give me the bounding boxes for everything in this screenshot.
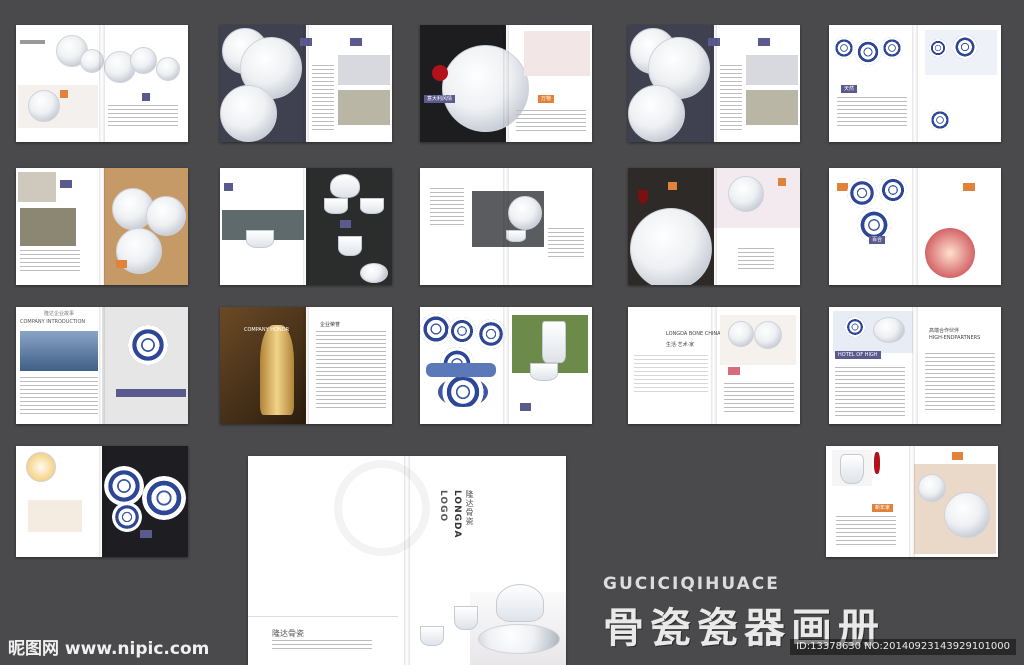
brochure-spread-15: HOTEL OF HIGH 高端合作伙伴 HIGH-ENDPARTNERS [829,307,1001,424]
brochure-spread-2 [220,25,392,142]
spread-11-heading: COMPANY INTRODUCTION [20,319,86,325]
spread-11-cn: 隆达企业故事 [44,311,75,317]
brochure-spread-3: 意大利风情 万物 [420,25,592,142]
brochure-spread-6 [16,168,188,285]
spread-10-band: 百合 [869,236,886,244]
spread-15-cn: 高端合作伙伴 [929,328,960,334]
cover-logo-side: LOGO [438,490,448,523]
brochure-spread-12: COMPANY HONOR 企业荣誉 [220,307,392,424]
brochure-spread-16 [16,446,188,557]
brochure-spread-5: 天然 [829,25,1001,142]
spread-14-heading: LONGDA BONE CHINA [666,331,721,337]
brochure-spread-11: 隆达企业故事 COMPANY INTRODUCTION [16,307,188,424]
catalog-english-title: GUCICIQIHUACE [603,574,780,594]
spread-3-band: 意大利风情 [424,95,456,103]
spread-5-band: 天然 [841,85,858,93]
spread-15-heading: HIGH-ENDPARTNERS [929,335,981,341]
spread-15-band: HOTEL OF HIGH [835,351,881,359]
image-id-watermark: ID:13378630 NO:20140923143929101000 [790,639,1016,655]
spread-17-band: 新年家 [872,504,894,512]
brochure-spread-9 [628,168,800,285]
brochure-cover-spread: 隆达骨瓷 LOGO LONGDA 隆达骨瓷 [248,456,566,665]
nipic-watermark-logo: 昵图网 www.nipic.com [8,639,210,659]
cover-brand-cn: 隆达骨瓷 [465,490,474,526]
brochure-spread-17: 新年家 [826,446,998,557]
spread-14-cn: 生活·艺术·家 [666,342,695,348]
brochure-spread-14: LONGDA BONE CHINA 生活·艺术·家 [628,307,800,424]
brochure-spread-4 [628,25,800,142]
brochure-spread-1 [16,25,188,142]
brochure-spread-13 [420,307,592,424]
spread-12-cn: 企业荣誉 [320,322,341,328]
spread-12-heading: COMPANY HONOR [244,327,290,333]
cover-footer-name: 隆达骨瓷 [272,629,304,638]
brochure-spread-7 [220,168,392,285]
brochure-spread-10: 百合 [829,168,1001,285]
brochure-spread-8 [420,168,592,285]
spread-3-band-2: 万物 [538,95,555,103]
cover-brand-en: LONGDA [452,490,462,539]
